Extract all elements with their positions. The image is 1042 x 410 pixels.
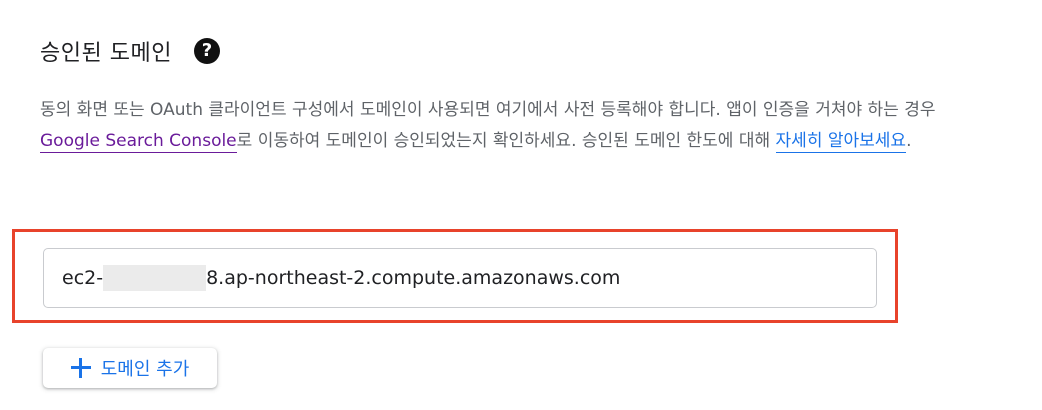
description-text-1: 동의 화면 또는 OAuth 클라이언트 구성에서 도메인이 사용되면 여기에서… [40, 100, 936, 120]
section-header: 승인된 도메인 ? [40, 34, 220, 68]
redacted-region [103, 265, 207, 291]
domain-value-suffix: 8.ap-northeast-2.compute.amazonaws.com [206, 267, 621, 289]
description-text-3: . [906, 131, 912, 151]
add-domain-label: 도메인 추가 [100, 359, 190, 380]
description-text-2: 로 이동하여 도메인이 승인되었는지 확인하세요. 승인된 도메인 한도에 대해 [236, 131, 776, 151]
section-description: 동의 화면 또는 OAuth 클라이언트 구성에서 도메인이 사용되면 여기에서… [40, 95, 980, 157]
learn-more-link[interactable]: 자세히 알아보세요 [775, 131, 907, 153]
domain-value-prefix: ec2- [62, 267, 104, 289]
section-title: 승인된 도메인 [40, 41, 172, 66]
add-domain-button[interactable]: 도메인 추가 [43, 348, 217, 388]
authorized-domain-input[interactable]: ec2- 8.ap-northeast-2.compute.amazonaws.c… [43, 248, 877, 308]
plus-icon [70, 358, 91, 378]
google-search-console-link[interactable]: Google Search Console [40, 131, 237, 153]
help-icon[interactable]: ? [193, 38, 220, 64]
